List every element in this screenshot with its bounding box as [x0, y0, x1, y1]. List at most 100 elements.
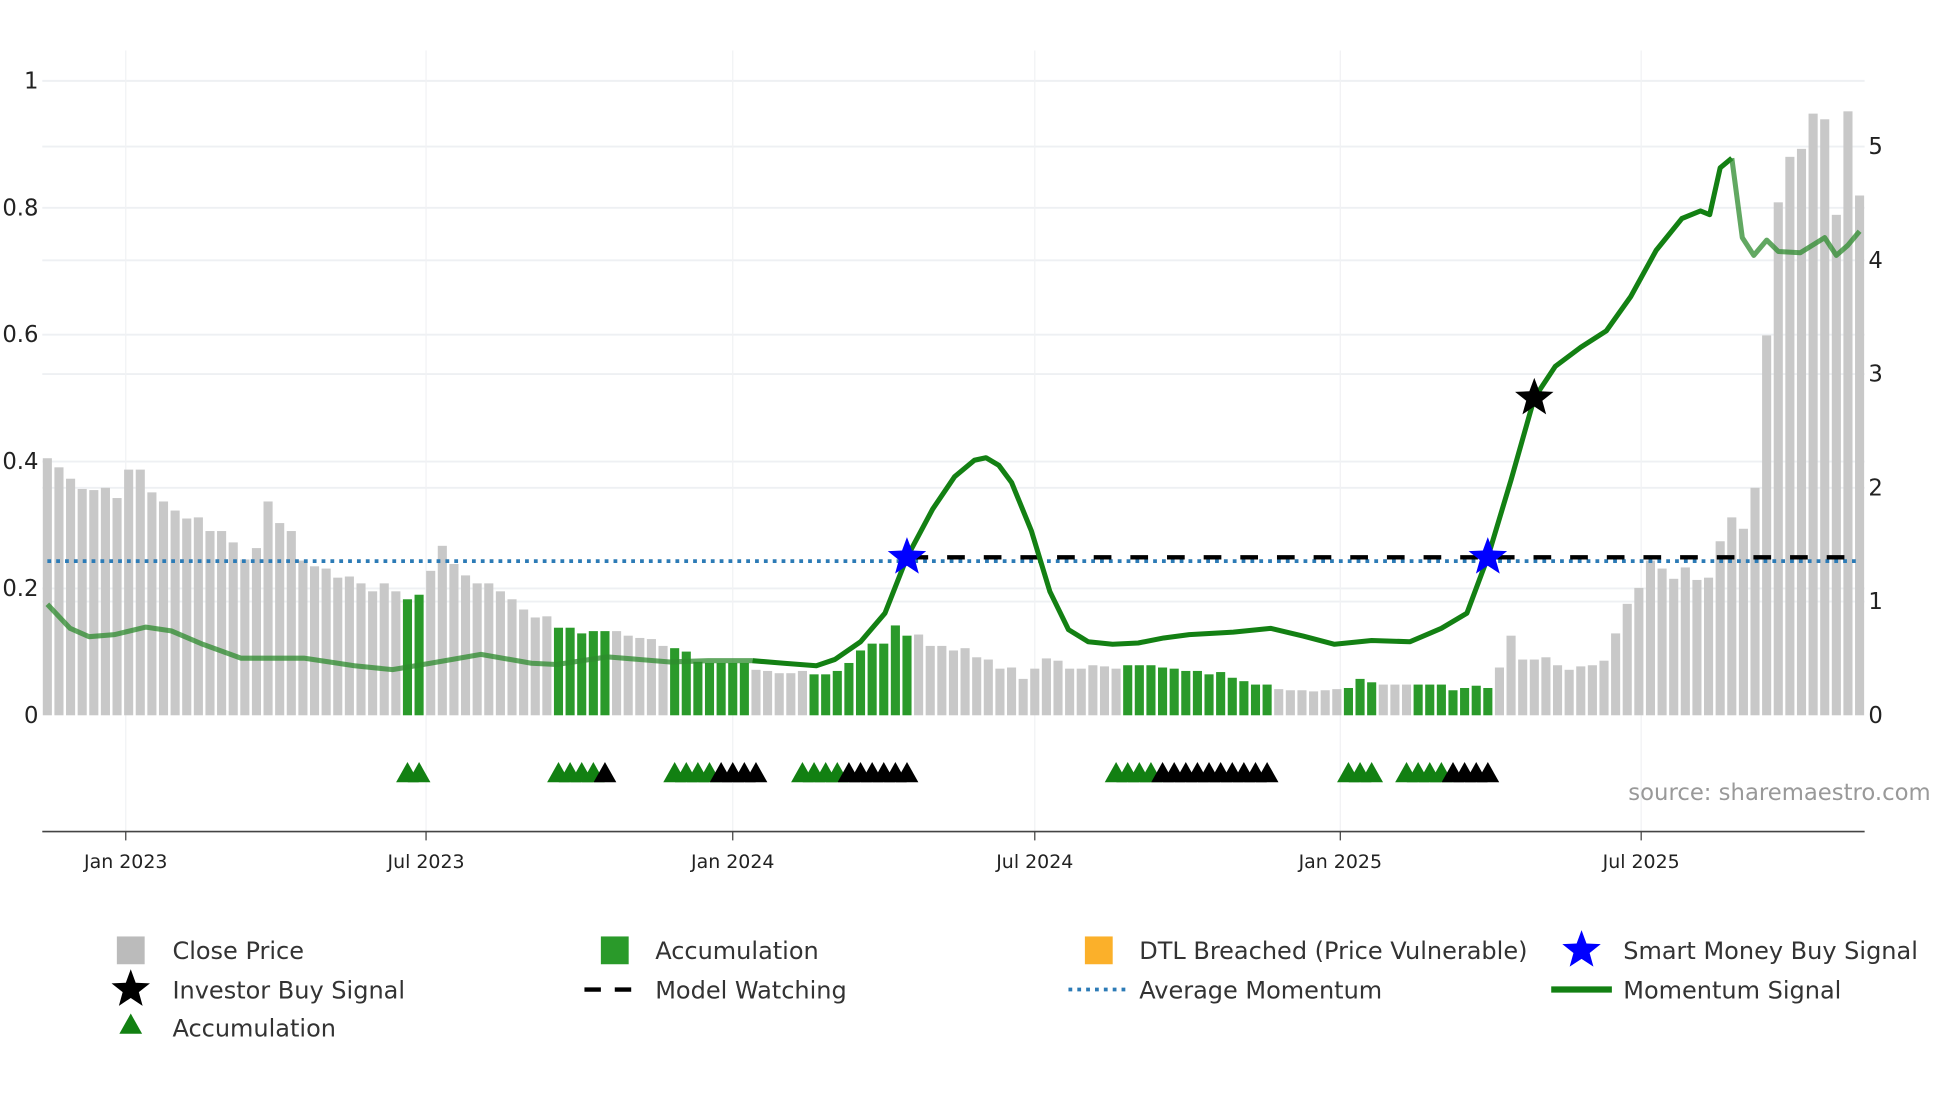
close-price-bar: [612, 631, 622, 716]
legend-label: Momentum Signal: [1623, 976, 1841, 1004]
x-axis-tick-label: Jan 2025: [1298, 851, 1382, 873]
x-axis-tick-label: Jul 2025: [1602, 851, 1680, 873]
close-price-bar: [1611, 633, 1621, 716]
accumulation-bar: [553, 627, 564, 716]
close-price-bar: [1669, 578, 1679, 716]
legend-triangle-icon: [119, 1013, 143, 1034]
close-price-bar: [391, 591, 401, 716]
close-price-bar: [54, 467, 64, 716]
x-axis-tick-label: Jan 2024: [690, 851, 774, 873]
accumulation-bar: [809, 674, 819, 716]
close-price-bar: [309, 566, 320, 716]
close-price-bar: [1680, 567, 1690, 716]
close-price-bar: [426, 570, 436, 716]
close-price-bar: [623, 635, 633, 716]
legend-label: Accumulation: [172, 1014, 336, 1042]
x-axis-tick-label: Jul 2023: [387, 851, 465, 873]
accumulation-bar: [890, 625, 900, 716]
signal-markers: [396, 377, 1554, 783]
left-axis-tick-label: 1: [24, 68, 38, 94]
accumulation-bar: [1250, 684, 1261, 716]
close-price-bar: [135, 469, 145, 716]
accumulation-bar: [693, 661, 703, 716]
legend-star-blue-icon: [1562, 930, 1601, 967]
accumulation-bar: [1471, 685, 1481, 716]
close-price-bar: [925, 645, 935, 716]
accumulation-bar: [879, 643, 889, 716]
close-price-bar: [948, 650, 959, 716]
close-price-bar: [751, 669, 761, 716]
close-price-bar: [995, 668, 1005, 716]
accumulation-bar: [1204, 674, 1214, 716]
close-price-bar: [763, 670, 773, 716]
close-price-bar: [1727, 517, 1737, 716]
close-price-bar: [635, 637, 645, 716]
legend-label: Model Watching: [655, 976, 847, 1004]
legend-label: Average Momentum: [1139, 976, 1382, 1004]
close-price-bar: [1634, 587, 1644, 716]
accumulation-bar: [832, 670, 842, 716]
close-price-bar: [263, 501, 273, 716]
accumulation-bar: [1343, 687, 1353, 716]
close-price-bar: [914, 634, 924, 716]
left-axis-tick-label: 0.8: [2, 195, 38, 221]
close-price-bar: [1622, 603, 1632, 716]
close-price-bar: [356, 583, 366, 716]
accumulation-bar: [1448, 690, 1458, 716]
accumulation-bar: [1227, 677, 1237, 716]
close-price-bar: [461, 575, 471, 716]
legend-square-orange-icon: [1084, 936, 1113, 965]
close-price-bar: [937, 645, 947, 716]
legend-square-gray-icon: [116, 936, 145, 965]
accumulation-bar: [1367, 682, 1377, 716]
close-price-bar: [1018, 678, 1028, 716]
close-price-bar: [437, 545, 447, 716]
accumulation-bar: [600, 631, 610, 716]
close-price-bar: [1692, 579, 1702, 716]
close-price-bar: [286, 531, 296, 716]
accumulation-bar: [1355, 678, 1365, 716]
left-axis-tick-label: 0.4: [2, 449, 38, 475]
close-price-bar: [1320, 690, 1330, 716]
close-price-bar: [1645, 560, 1656, 716]
close-price-bar: [205, 531, 215, 716]
accumulation-bar: [1413, 684, 1423, 716]
close-price-bar: [298, 560, 308, 716]
close-price-bar: [449, 564, 459, 716]
close-price-bar: [42, 458, 52, 716]
accumulation-bar: [1436, 684, 1446, 716]
close-price-bar: [344, 576, 354, 716]
legend-label: Close Price: [172, 937, 304, 965]
accumulation-bar: [588, 631, 598, 716]
legend-label: Smart Money Buy Signal: [1623, 937, 1918, 965]
close-price-bar: [158, 501, 169, 716]
close-price-bar: [170, 510, 180, 716]
right-axis-tick-label: 2: [1868, 475, 1882, 501]
close-price-bar: [1599, 660, 1609, 716]
left-axis-tick-label: 0.2: [2, 576, 38, 602]
accumulation-bar: [1460, 687, 1470, 716]
accumulation-bar: [716, 662, 726, 716]
close-price-bar: [1332, 689, 1342, 716]
accumulation-bar: [821, 674, 831, 716]
accumulation-bar: [1262, 684, 1272, 716]
close-price-bar: [786, 673, 796, 716]
close-price-bar: [1076, 668, 1086, 716]
accumulation-bar: [1169, 668, 1179, 716]
close-price-bar: [983, 659, 993, 716]
close-price-bar: [1099, 666, 1110, 716]
accumulation-bar: [414, 594, 424, 716]
accumulation-bar: [1123, 665, 1133, 716]
close-price-bars: [42, 111, 1865, 716]
close-price-bar: [112, 498, 122, 716]
left-axis-tick-label: 0.6: [2, 322, 38, 348]
accumulation-bar: [1181, 670, 1191, 716]
close-price-bar: [1529, 659, 1539, 716]
close-price-bar: [1541, 657, 1551, 716]
close-price-bar: [89, 490, 99, 716]
signal-lines: [45, 156, 1862, 673]
accumulation-bar: [739, 662, 749, 716]
legend: Close Price Accumulation DTL Breached (Pri…: [111, 930, 1918, 1042]
close-price-bar: [484, 583, 494, 716]
close-price-bar: [217, 531, 227, 716]
